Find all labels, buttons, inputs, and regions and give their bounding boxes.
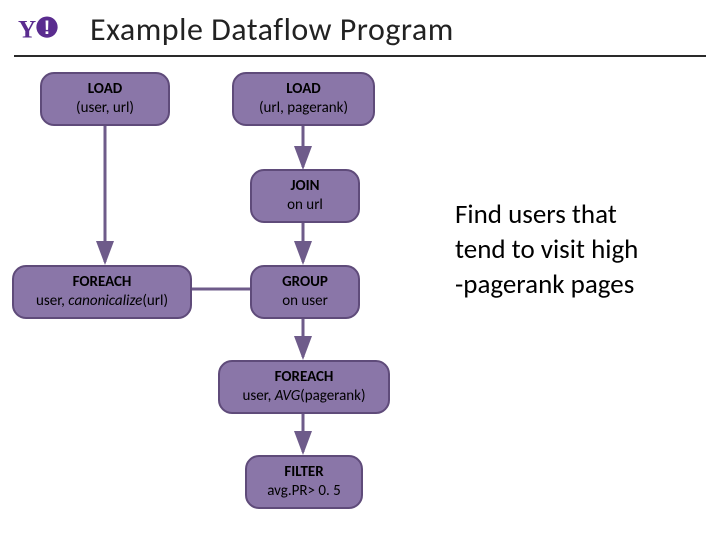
svg-text:!: ! [44, 17, 50, 38]
yahoo-logo-icon: Y ! [18, 12, 76, 48]
node-join: JOIN on url [250, 169, 360, 223]
node-args: on url [262, 196, 348, 215]
node-foreach-1: FOREACH user, canonicalize(url) [12, 265, 192, 319]
node-args: on user [262, 292, 348, 311]
node-group: GROUP on user [250, 265, 360, 319]
slide-title: Example Dataflow Program [90, 10, 454, 49]
node-load-2: LOAD (url, pagerank) [232, 72, 375, 126]
slide-header: Y ! Example Dataflow Program [0, 0, 720, 55]
node-args: user, canonicalize(url) [24, 292, 180, 311]
node-args: user, AVG(pagerank) [230, 387, 378, 406]
node-op: FOREACH [24, 273, 180, 292]
node-op: LOAD [244, 80, 363, 99]
svg-text:Y: Y [18, 16, 36, 43]
node-load-1: LOAD (user, url) [40, 72, 170, 126]
annotation-text: Find users that tend to visit high -page… [455, 197, 638, 302]
node-args: avg.PR> 0. 5 [257, 482, 351, 501]
node-args: (user, url) [52, 99, 158, 118]
node-op: JOIN [262, 177, 348, 196]
node-op: FOREACH [230, 368, 378, 387]
node-op: FILTER [257, 463, 351, 482]
node-filter: FILTER avg.PR> 0. 5 [245, 455, 363, 509]
diagram-canvas: LOAD (user, url) LOAD (url, pagerank) JO… [0, 57, 720, 533]
node-args: (url, pagerank) [244, 99, 363, 118]
node-foreach-2: FOREACH user, AVG(pagerank) [218, 360, 390, 414]
node-op: GROUP [262, 273, 348, 292]
node-op: LOAD [52, 80, 158, 99]
